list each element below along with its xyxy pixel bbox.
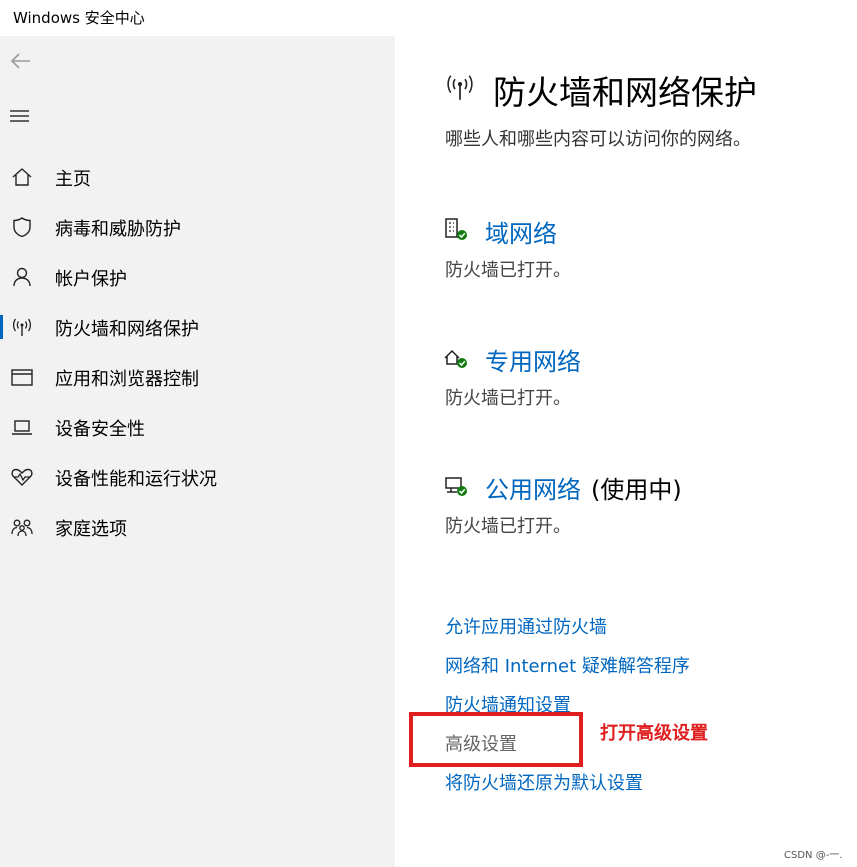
title-bar: Windows 安全中心 [0, 0, 857, 36]
sidebar-item-label: 设备性能和运行状况 [55, 469, 217, 490]
network-name-link[interactable]: 公用网络 (使用中) [485, 470, 682, 505]
sidebar-item-home[interactable]: 主页 [0, 155, 395, 199]
network-section-domain: 域网络 防火墙已打开。 [443, 214, 853, 294]
restore-firewall-defaults-link[interactable]: 将防火墙还原为默认设置 [445, 769, 643, 795]
watermark: CSDN @-一. [784, 850, 843, 861]
sidebar-item-device-security[interactable]: 设备安全性 [0, 405, 395, 449]
domain-network-icon [443, 216, 471, 244]
shield-icon [10, 215, 34, 239]
sidebar: 主页 病毒和威胁防护 帐户保护 防火墙和网络保护 应用和浏览器控制 设备安全性 [0, 36, 395, 867]
family-icon [10, 515, 34, 539]
sidebar-item-label: 设备安全性 [55, 419, 145, 440]
annotation-text: 打开高级设置 [600, 723, 708, 744]
page-subtitle: 哪些人和哪些内容可以访问你的网络。 [445, 129, 751, 150]
page-title: 防火墙和网络保护 [493, 73, 757, 112]
person-icon [10, 265, 34, 289]
allow-app-through-firewall-link[interactable]: 允许应用通过防火墙 [445, 613, 607, 639]
hamburger-menu-icon[interactable] [9, 106, 31, 126]
sidebar-item-device-health[interactable]: 设备性能和运行状况 [0, 455, 395, 499]
wifi-antenna-icon [10, 315, 34, 339]
network-status: 防火墙已打开。 [445, 388, 571, 409]
sidebar-item-firewall[interactable]: 防火墙和网络保护 [0, 305, 395, 349]
laptop-icon [10, 415, 34, 439]
home-icon [10, 165, 34, 189]
network-status: 防火墙已打开。 [445, 260, 571, 281]
network-section-public: 公用网络 (使用中) 防火墙已打开。 [443, 470, 853, 550]
back-arrow-icon[interactable] [8, 48, 34, 74]
public-network-icon [443, 472, 471, 500]
window-title: Windows 安全中心 [13, 9, 145, 27]
sidebar-item-label: 病毒和威胁防护 [55, 219, 181, 240]
network-status: 防火墙已打开。 [445, 516, 571, 537]
network-in-use-label: (使用中) [591, 476, 682, 504]
active-indicator [0, 315, 3, 339]
sidebar-item-label: 应用和浏览器控制 [55, 369, 199, 390]
wifi-antenna-icon [443, 70, 477, 104]
network-troubleshooter-link[interactable]: 网络和 Internet 疑难解答程序 [445, 652, 690, 678]
sidebar-item-account-protection[interactable]: 帐户保护 [0, 255, 395, 299]
network-name-link[interactable]: 专用网络 [485, 342, 581, 377]
sidebar-item-virus-protection[interactable]: 病毒和威胁防护 [0, 205, 395, 249]
network-name-text: 公用网络 [485, 476, 581, 504]
browser-window-icon [10, 365, 34, 389]
sidebar-item-label: 主页 [55, 169, 91, 190]
sidebar-item-label: 防火墙和网络保护 [55, 319, 199, 340]
sidebar-item-app-browser-control[interactable]: 应用和浏览器控制 [0, 355, 395, 399]
sidebar-item-family-options[interactable]: 家庭选项 [0, 505, 395, 549]
heart-pulse-icon [10, 465, 34, 489]
private-network-icon [443, 344, 471, 372]
sidebar-item-label: 家庭选项 [55, 519, 127, 540]
network-name-link[interactable]: 域网络 [485, 214, 557, 249]
highlight-box [409, 712, 583, 767]
sidebar-item-label: 帐户保护 [55, 269, 127, 290]
network-section-private: 专用网络 防火墙已打开。 [443, 342, 853, 422]
